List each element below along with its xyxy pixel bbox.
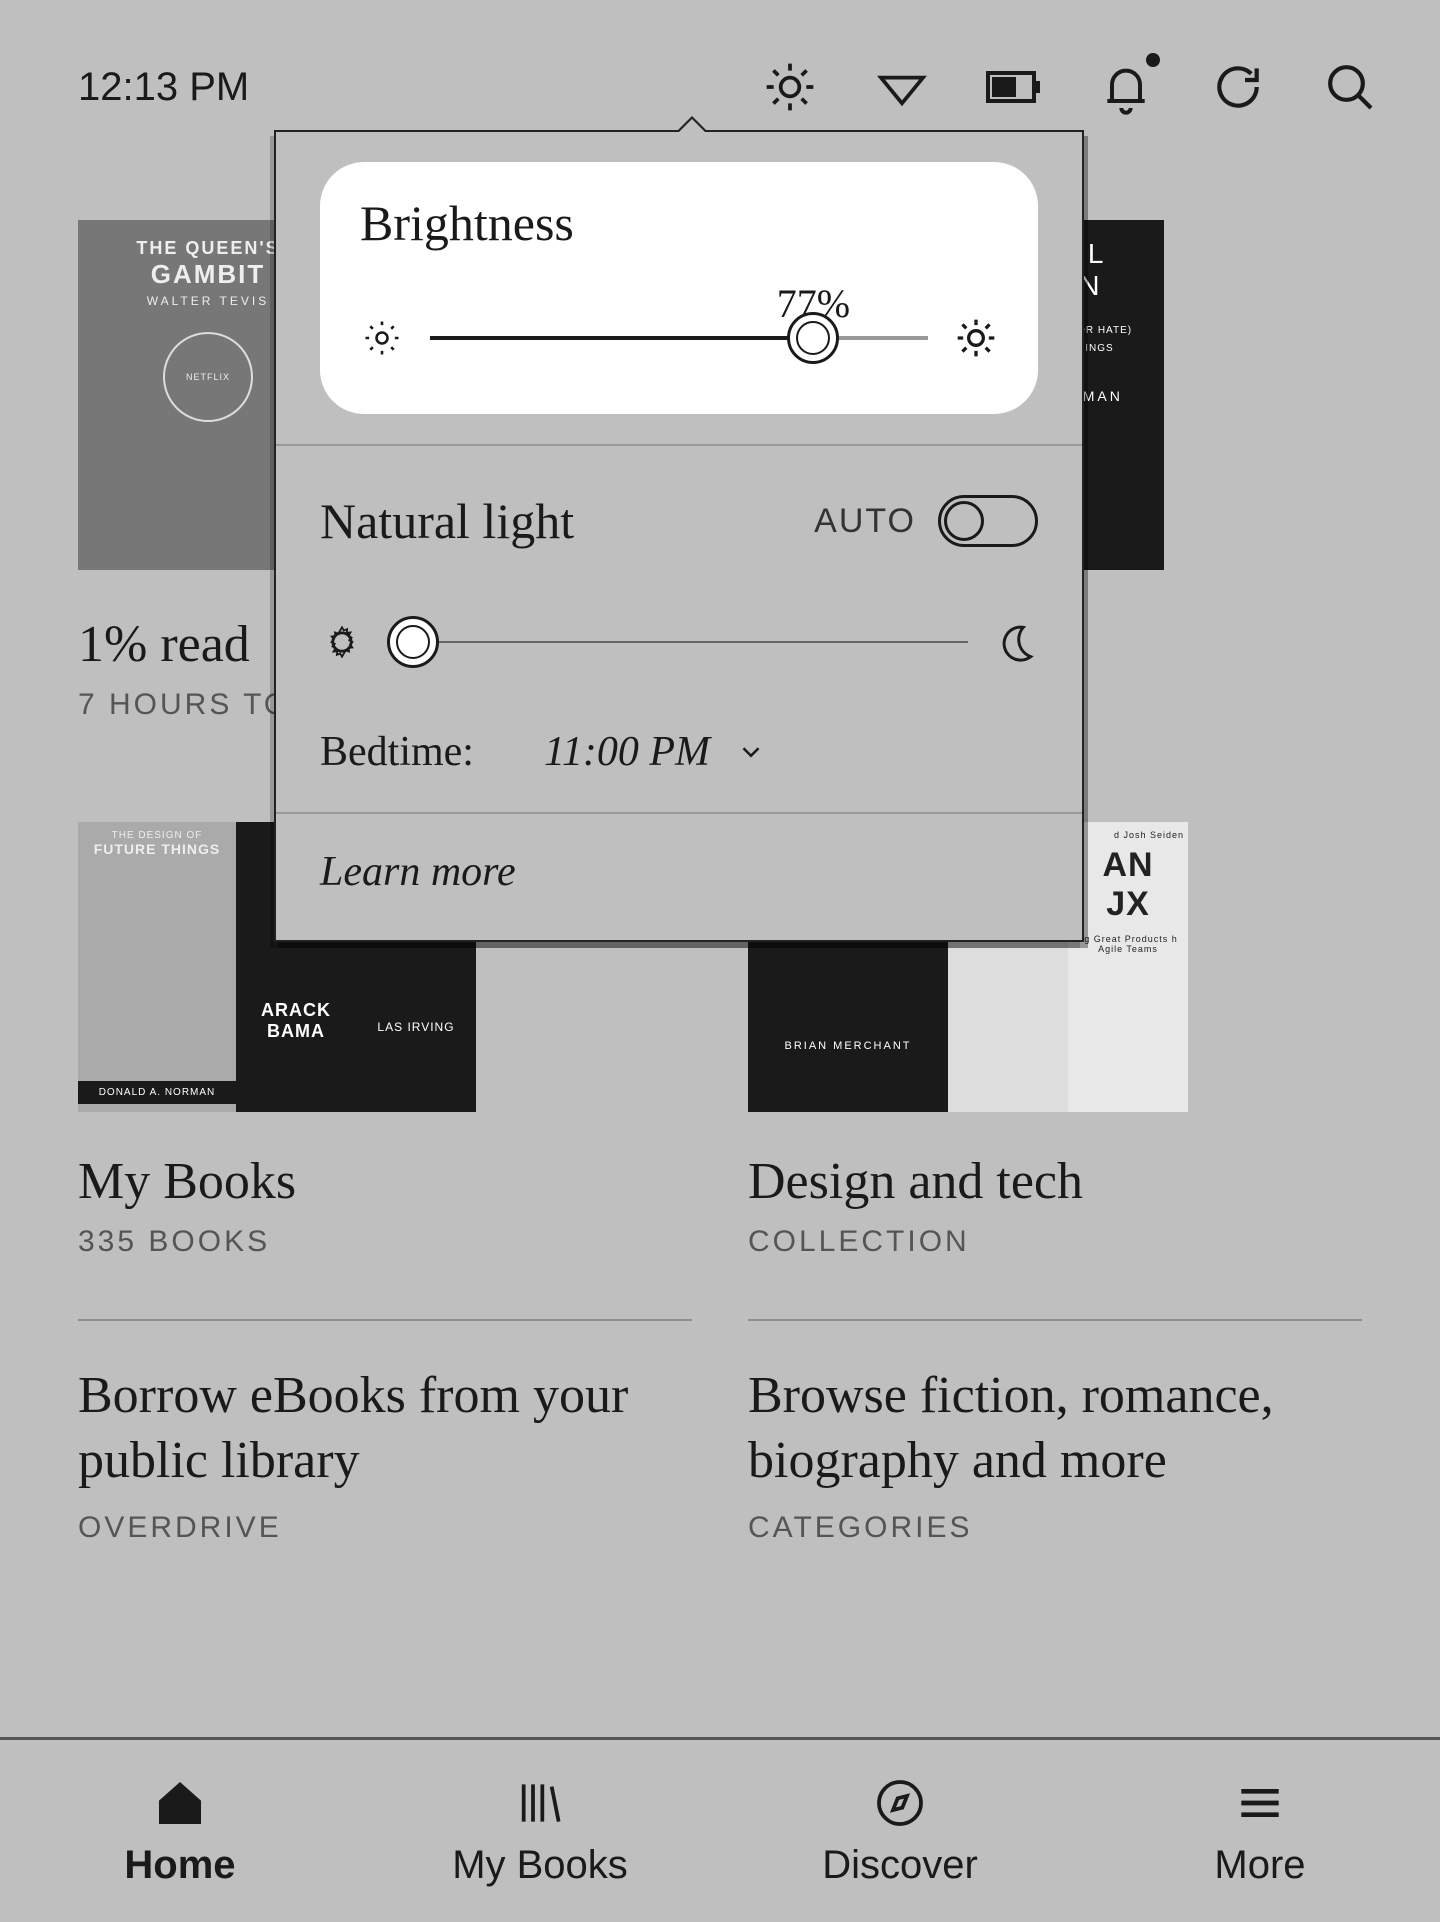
clock-time: 12:13 PM: [78, 65, 249, 110]
categories-card[interactable]: Browse fiction, romance, biography and m…: [748, 1363, 1362, 1545]
auto-toggle[interactable]: [938, 495, 1038, 547]
brightness-card: Brightness 77%: [320, 162, 1038, 414]
natural-light-title: Natural light: [320, 492, 574, 550]
compass-icon: [872, 1775, 928, 1831]
promo-title: Borrow eBooks from your public library: [78, 1363, 692, 1493]
nav-label: More: [1214, 1843, 1305, 1888]
section-title: My Books: [78, 1152, 692, 1211]
nav-label: My Books: [452, 1843, 628, 1888]
learn-more-link[interactable]: Learn more: [276, 814, 1082, 940]
nav-more[interactable]: More: [1080, 1740, 1440, 1922]
brightness-popover: Brightness 77% Natural light AUTO: [274, 130, 1084, 942]
auto-label: AUTO: [814, 502, 916, 541]
sync-icon[interactable]: [1208, 57, 1268, 117]
toggle-knob: [944, 501, 984, 541]
nav-label: Home: [124, 1843, 235, 1888]
brightness-icon[interactable]: [760, 57, 820, 117]
notifications-icon[interactable]: [1096, 57, 1156, 117]
nav-home[interactable]: Home: [0, 1740, 360, 1922]
section-title: Design and tech: [748, 1152, 1362, 1211]
promo-sub: CATEGORIES: [748, 1511, 1362, 1545]
bottom-nav: Home My Books Discover More: [0, 1737, 1440, 1922]
bedtime-value: 11:00 PM: [544, 728, 710, 776]
nav-my-books[interactable]: My Books: [360, 1740, 720, 1922]
natural-light-section: Natural light AUTO Bedtime: 11:00 PM: [276, 446, 1082, 812]
nav-discover[interactable]: Discover: [720, 1740, 1080, 1922]
books-icon: [512, 1775, 568, 1831]
search-icon[interactable]: [1320, 57, 1380, 117]
moon-icon: [994, 620, 1038, 664]
menu-icon: [1232, 1775, 1288, 1831]
battery-icon[interactable]: [984, 57, 1044, 117]
chevron-down-icon: [736, 737, 766, 767]
wifi-icon[interactable]: [872, 57, 932, 117]
book-cover: THE DESIGN OF FUTURE THINGS DONALD A. NO…: [78, 822, 236, 1112]
brightness-high-icon: [954, 316, 998, 360]
sun-icon: [320, 620, 364, 664]
warmth-thumb[interactable]: [387, 616, 439, 668]
warmth-slider[interactable]: [390, 641, 968, 643]
nav-label: Discover: [822, 1843, 978, 1888]
overdrive-card[interactable]: Borrow eBooks from your public library O…: [78, 1363, 692, 1545]
bedtime-label: Bedtime:: [320, 728, 474, 776]
book-cover: d Josh Seiden AN JX ng Great Products h …: [1068, 822, 1188, 1112]
brightness-title: Brightness: [360, 194, 998, 252]
home-icon: [152, 1775, 208, 1831]
popover-arrow-icon: [676, 116, 708, 132]
brightness-slider[interactable]: 77%: [430, 336, 928, 340]
status-bar: 12:13 PM: [78, 52, 1380, 122]
section-sub: 335 BOOKS: [78, 1225, 692, 1259]
brightness-thumb[interactable]: [787, 312, 839, 364]
promo-title: Browse fiction, romance, biography and m…: [748, 1363, 1362, 1493]
brightness-low-icon: [360, 316, 404, 360]
section-sub: COLLECTION: [748, 1225, 1362, 1259]
promo-sub: OVERDRIVE: [78, 1511, 692, 1545]
bedtime-dropdown[interactable]: 11:00 PM: [544, 728, 766, 776]
notification-dot-icon: [1146, 53, 1160, 67]
